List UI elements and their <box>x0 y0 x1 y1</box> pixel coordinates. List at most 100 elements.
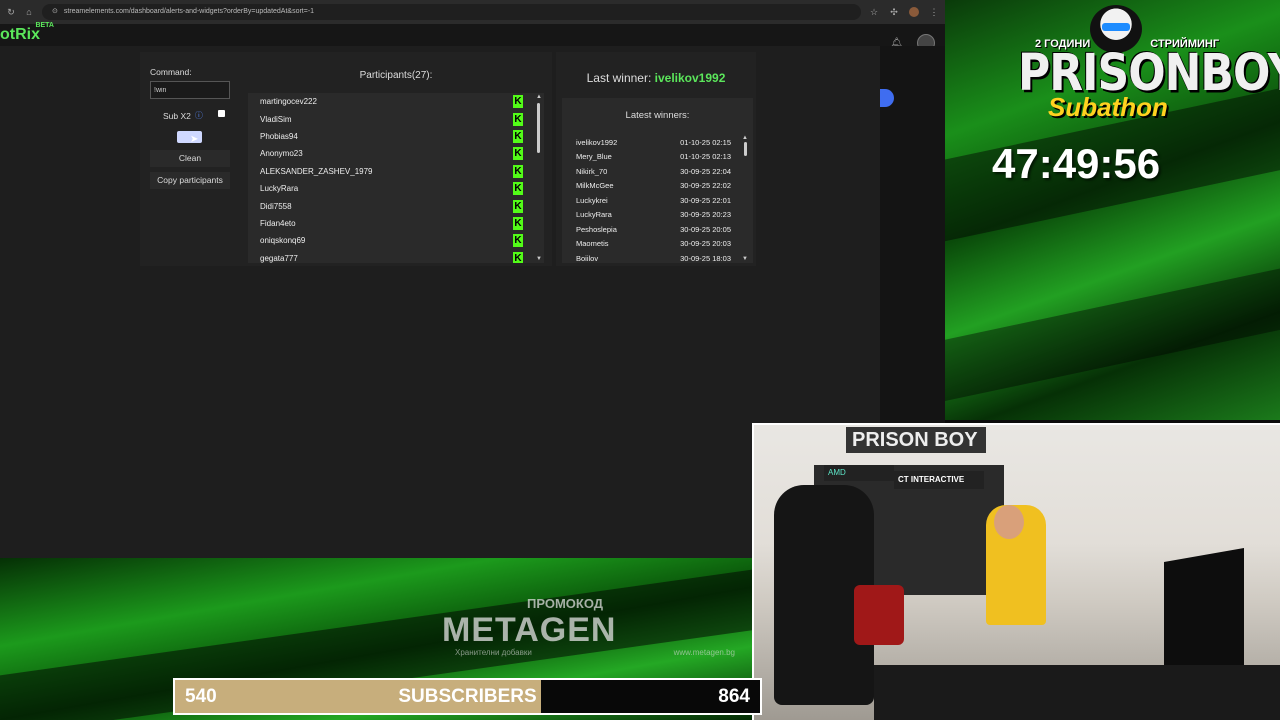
kick-icon: K <box>513 95 523 109</box>
mouse-cursor-icon: ➤ <box>190 134 199 145</box>
winner-name: Peshoslepia <box>576 224 617 234</box>
winner-time: 30-09-25 18:03 <box>680 253 731 263</box>
reload-icon[interactable]: ↻ <box>6 7 16 17</box>
winners-scroll-down-icon[interactable]: ▼ <box>742 256 748 262</box>
kick-icon: K <box>513 147 523 161</box>
subscriber-goal: 864 <box>718 686 750 707</box>
winner-name: Nikirk_70 <box>576 166 608 176</box>
clean-button[interactable]: Clean <box>150 150 230 167</box>
winner-time: 30-09-25 20:03 <box>680 239 731 249</box>
kick-icon: K <box>513 164 523 178</box>
subscriber-count: 540 <box>185 686 217 707</box>
participant-row[interactable]: martingocev222 K <box>248 93 544 110</box>
participant-name: oniqskonq69 <box>260 236 306 246</box>
app-logo[interactable]: otRix BETA <box>0 22 54 44</box>
winner-row: Nikirk_70 30-09-25 22:04 <box>562 164 753 179</box>
winner-row: Luckykrei 30-09-25 22:01 <box>562 193 753 208</box>
participants-scroll-thumb[interactable] <box>537 103 540 153</box>
latest-winners-list[interactable]: Latest winners: ivelikov1992 01-10-25 02:… <box>562 98 753 263</box>
kick-icon: K <box>513 199 523 213</box>
winner-name: MilkMcGee <box>576 181 614 191</box>
beta-badge: BETA <box>35 22 54 29</box>
winner-row: Peshoslepia 30-09-25 20:05 <box>562 222 753 237</box>
browser-toolbar: ↻ ⌂ ⊙ streamelements.com/dashboard/alert… <box>0 0 945 24</box>
winner-name: Luckykrei <box>576 195 608 205</box>
info-icon[interactable]: ⓘ <box>195 110 203 121</box>
url-text: streamelements.com/dashboard/alerts-and-… <box>63 8 315 15</box>
participant-row[interactable]: gegata777 K <box>248 250 544 263</box>
webcam-sign-ct-interactive: CT INTERACTIVE <box>894 471 984 489</box>
stream-frame: ↻ ⌂ ⊙ streamelements.com/dashboard/alert… <box>0 0 1280 720</box>
winner-row: MilkMcGee 30-09-25 22:02 <box>562 179 753 194</box>
winner-time: 30-09-25 22:01 <box>680 195 731 205</box>
participant-row[interactable]: oniqskonq69 K <box>248 232 544 249</box>
participant-name: Didi7558 <box>260 201 292 211</box>
webcam-sign-prisonboy: PRISON BOY <box>846 427 986 453</box>
participants-title: Participants(27): <box>359 70 433 81</box>
last-winner-label: Last winner: <box>586 71 655 85</box>
menu-kebab-icon[interactable]: ⋮ <box>929 7 939 17</box>
address-bar[interactable]: ⊙ streamelements.com/dashboard/alerts-an… <box>42 4 861 20</box>
winner-name: LuckyRara <box>576 210 612 220</box>
profile-avatar[interactable] <box>909 7 919 17</box>
participant-name: gegata777 <box>260 253 298 263</box>
winner-time: 30-09-25 22:04 <box>680 166 731 176</box>
participant-row[interactable]: LuckyRara K <box>248 180 544 197</box>
last-winner: Last winner: ivelikov1992 <box>556 71 756 85</box>
bookmark-star-icon[interactable]: ☆ <box>869 7 879 17</box>
participant-name: ALEKSANDER_ZASHEV_1979 <box>260 166 373 176</box>
webcam-feed: PRISON BOY AMD CT INTERACTIVE <box>752 423 1280 720</box>
winner-time: 30-09-25 22:02 <box>680 181 731 191</box>
subscriber-goal-bar: SUBSCRIBERS 540 864 <box>173 678 762 715</box>
sponsor-logo: METAGEN <box>442 611 617 649</box>
winner-name: Boiilov <box>576 253 599 263</box>
kick-icon: K <box>513 112 523 126</box>
kick-icon: K <box>513 234 523 248</box>
participant-row[interactable]: Fidan4eto K <box>248 215 544 232</box>
subathon-label: Subathon <box>1048 92 1168 122</box>
site-info-icon[interactable]: ⊙ <box>52 4 58 20</box>
sub-x2-option: Sub X2 ⓘ <box>163 110 203 121</box>
command-label: Command: <box>150 67 192 77</box>
sponsor-tagline-text: Хранителни добавки <box>455 648 532 657</box>
winner-row: Boiilov 30-09-25 18:03 <box>562 251 753 263</box>
kick-icon: K <box>513 182 523 196</box>
scroll-down-arrow-icon[interactable]: ▼ <box>536 256 542 262</box>
participants-list[interactable]: martingocev222 K VladiSim K Phobias94 K Anonym… <box>248 93 544 263</box>
participant-row[interactable]: VladiSim K <box>248 110 544 127</box>
sponsor-url: www.metagen.bg <box>673 648 735 657</box>
winners-scroll-thumb[interactable] <box>744 142 747 156</box>
app-header: otRix BETA 🔔︎ <box>0 22 945 52</box>
red-bag <box>854 585 904 645</box>
participant-name: martingocev222 <box>260 97 317 107</box>
winner-time: 01-10-25 02:15 <box>680 137 731 147</box>
participant-row[interactable]: Anonymo23 K <box>248 145 544 162</box>
sub-x2-checkbox[interactable] <box>218 110 225 117</box>
subathon-timer: 47:49:56 <box>992 140 1161 187</box>
participant-row[interactable]: ALEKSANDER_ZASHEV_1979 K <box>248 163 544 180</box>
participant-row[interactable]: Didi7558 K <box>248 197 544 214</box>
streamer-head <box>994 505 1024 539</box>
scroll-up-arrow-icon[interactable]: ▲ <box>536 94 542 100</box>
winner-row: ivelikov1992 01-10-25 02:15 <box>562 135 753 150</box>
subscriber-goal-label: SUBSCRIBERS <box>398 686 537 707</box>
monitor <box>1164 547 1244 683</box>
winner-name: Mery_Blue <box>576 152 612 162</box>
home-icon[interactable]: ⌂ <box>24 7 34 17</box>
extensions-icon[interactable]: ✣ <box>889 7 899 17</box>
participant-name: LuckyRara <box>260 184 299 194</box>
winner-row: LuckyRara 30-09-25 20:23 <box>562 208 753 223</box>
command-input[interactable] <box>150 81 230 99</box>
participant-name: Fidan4eto <box>260 218 296 228</box>
sub-x2-label: Sub X2 <box>163 110 191 121</box>
winner-name: Maometis <box>576 239 609 249</box>
kick-icon: K <box>513 129 523 143</box>
latest-winners-title: Latest winners: <box>625 110 690 121</box>
desk <box>874 665 1280 720</box>
kick-icon: K <box>513 216 523 230</box>
winners-scroll-up-icon[interactable]: ▲ <box>742 135 748 141</box>
kick-icon: K <box>513 251 523 263</box>
copy-participants-button[interactable]: Copy participants <box>150 172 230 189</box>
participant-row[interactable]: Phobias94 K <box>248 128 544 145</box>
winner-name: ivelikov1992 <box>576 137 618 147</box>
